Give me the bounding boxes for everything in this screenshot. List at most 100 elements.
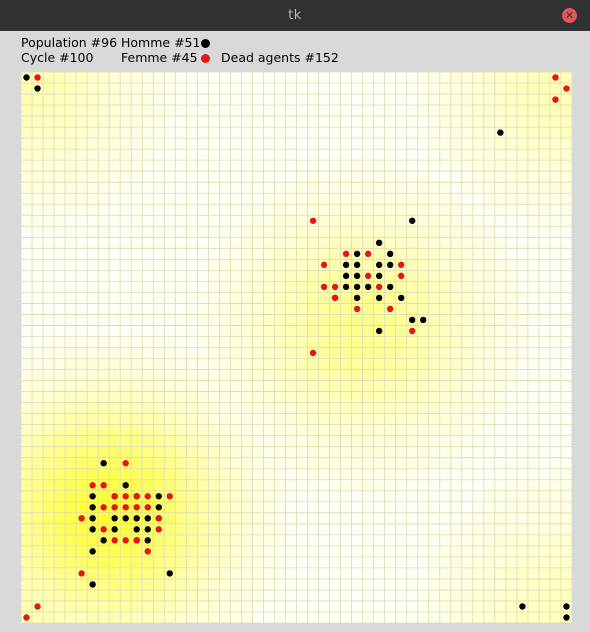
heat-cell — [307, 413, 320, 426]
heat-cell — [296, 303, 309, 315]
femme-agent — [386, 305, 394, 313]
heat-cell — [472, 248, 485, 260]
heat-cell — [54, 380, 66, 393]
heat-cell — [65, 567, 77, 580]
heat-cell — [362, 347, 375, 360]
heat-cell — [505, 83, 518, 95]
femme-agent — [122, 493, 129, 500]
heat-cell — [219, 501, 231, 514]
heat-cell — [109, 127, 121, 139]
heat-cell — [450, 237, 463, 249]
heat-cell — [318, 226, 331, 238]
heat-cell — [450, 336, 463, 348]
heat-cell — [131, 160, 143, 172]
heat-cell — [406, 248, 419, 260]
heat-cell — [87, 391, 99, 404]
femme-agent — [122, 504, 129, 511]
heat-cell — [351, 435, 364, 448]
heat-cell — [395, 226, 408, 238]
heat-cell — [175, 567, 187, 580]
heat-cell — [318, 413, 331, 426]
heat-cell — [483, 248, 496, 260]
heat-cell — [153, 380, 165, 393]
heat-cell — [461, 171, 474, 183]
heat-cell — [516, 116, 529, 128]
simulation-grid[interactable] — [21, 72, 572, 623]
heat-cell — [87, 171, 99, 183]
heat-cell — [538, 501, 551, 514]
heat-cell — [373, 160, 386, 172]
heat-cell — [219, 545, 231, 558]
heat-cell — [131, 391, 143, 404]
heat-cell — [483, 182, 496, 194]
heat-cell — [395, 380, 408, 393]
heat-cell — [54, 182, 66, 194]
heat-cell — [131, 402, 143, 415]
heat-cell — [65, 600, 77, 613]
heat-cell — [208, 347, 220, 360]
heat-cell — [318, 391, 331, 404]
heat-cell — [318, 215, 331, 227]
heat-cell — [32, 556, 44, 569]
heat-cell — [32, 105, 44, 117]
heat-cell — [131, 116, 143, 128]
heat-cell — [175, 380, 187, 393]
heat-cell — [428, 226, 441, 238]
heat-cell — [142, 578, 154, 591]
heat-cell — [54, 600, 66, 613]
homme-agent — [563, 614, 570, 621]
heat-cell — [296, 237, 309, 249]
homme-agent — [375, 327, 383, 335]
heat-cell — [164, 380, 176, 393]
homme-agent — [563, 603, 570, 610]
heat-cell — [65, 479, 77, 492]
heat-cell — [54, 446, 66, 459]
heat-cell — [395, 358, 408, 371]
heat-cell — [549, 479, 562, 492]
heat-cell — [274, 226, 286, 238]
window-titlebar[interactable]: tk ✕ — [0, 0, 590, 31]
heat-cell — [142, 589, 154, 602]
heat-cell — [263, 248, 275, 260]
heat-cell — [197, 578, 209, 591]
heat-cell — [153, 402, 165, 415]
heat-cell — [494, 149, 507, 161]
heat-cell — [450, 369, 463, 382]
heat-cell — [483, 149, 496, 161]
heat-cell — [428, 446, 441, 459]
heat-cell — [274, 435, 286, 448]
heat-cell — [142, 611, 154, 623]
heat-cell — [461, 402, 474, 415]
heat-cell — [417, 193, 430, 205]
heat-cell — [76, 435, 88, 448]
heat-cell — [87, 369, 99, 382]
heat-cell — [208, 380, 220, 393]
heat-cell — [439, 391, 452, 404]
heat-cell — [329, 468, 342, 481]
heat-cell — [208, 534, 220, 547]
heat-cell — [340, 336, 353, 348]
heat-cell — [219, 446, 231, 459]
heat-cell — [54, 413, 66, 426]
heat-cell — [439, 270, 452, 282]
heat-cell — [131, 578, 143, 591]
window-title: tk — [288, 8, 302, 23]
heat-cell — [362, 259, 375, 271]
heat-cell — [241, 490, 253, 503]
heat-cell — [439, 127, 452, 139]
heat-cell — [87, 446, 99, 459]
heat-cell — [505, 270, 518, 282]
heat-cell — [65, 556, 77, 569]
heat-cell — [120, 600, 132, 613]
heat-cell — [274, 325, 286, 337]
close-icon[interactable]: ✕ — [562, 8, 577, 23]
heat-cell — [197, 545, 209, 558]
heat-cell — [516, 589, 529, 602]
heat-cell — [472, 127, 485, 139]
heat-cell — [472, 72, 485, 84]
heat-cell — [395, 248, 408, 260]
heat-cell — [340, 435, 353, 448]
heat-cell — [164, 94, 176, 106]
heat-cell — [32, 149, 44, 161]
heat-cell — [505, 281, 518, 293]
